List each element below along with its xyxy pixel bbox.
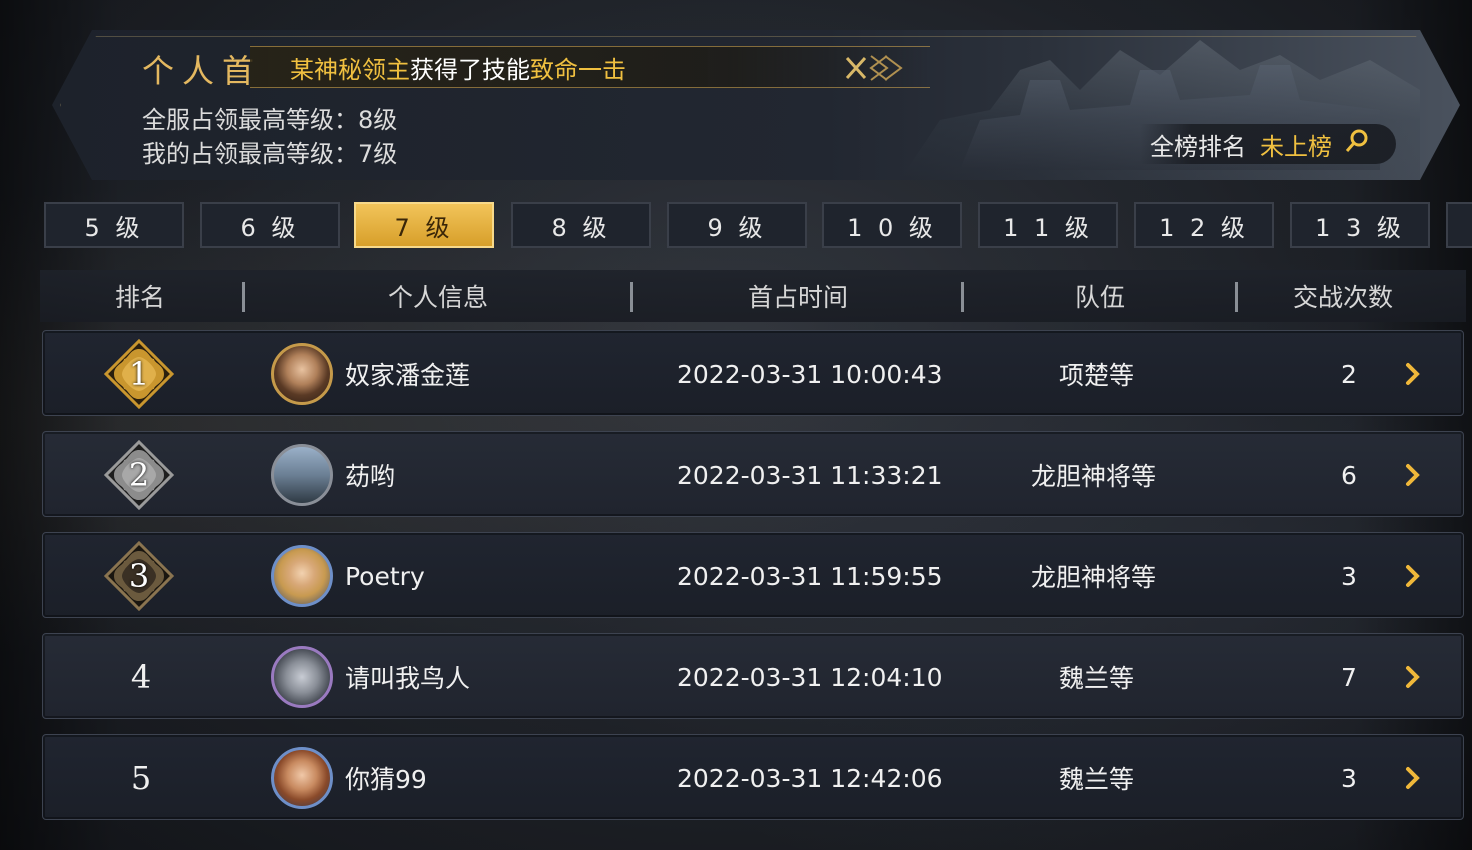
battle-count: 7 [1341, 662, 1357, 692]
team: 龙胆神将等 [1031, 462, 1157, 491]
team: 魏兰等 [1059, 765, 1135, 794]
chevron-right-icon[interactable] [1393, 735, 1433, 821]
player-info[interactable]: 苭哟 [271, 432, 395, 518]
tab-level-13[interactable]: 1 3 级 [1290, 202, 1430, 248]
team: 龙胆神将等 [1031, 563, 1157, 592]
battle-count: 3 [1341, 763, 1357, 793]
rank-medal: 1 [104, 331, 174, 417]
rank-medal: 3 [104, 533, 174, 619]
rank-number: 4 [130, 658, 152, 696]
header-player-info: 个人信息 [387, 283, 488, 312]
broadcast-notice: 某神秘领主 获得了技能 致命一击 [250, 46, 930, 88]
rank-number: 3 [128, 557, 150, 595]
header-first-capture-time: 首占时间 [747, 283, 848, 312]
avatar[interactable] [271, 343, 333, 405]
player-name: 你猜99 [345, 765, 427, 794]
tab-level-10[interactable]: 1 0 级 [822, 202, 962, 248]
header-team: 队伍 [1074, 283, 1125, 312]
medal-icon: 1 [104, 339, 174, 409]
player-name: Poetry [345, 561, 425, 591]
battle-count: 6 [1341, 460, 1357, 490]
first-capture-time: 2022-03-31 11:59:55 [677, 561, 943, 591]
notice-skill: 致命一击 [530, 55, 626, 84]
first-capture-time: 2022-03-31 10:00:43 [677, 359, 943, 389]
team: 项楚等 [1059, 361, 1135, 390]
header-rank: 排名 [114, 283, 165, 312]
header-battle-count: 交战次数 [1292, 283, 1393, 312]
table-row[interactable]: 4 请叫我鸟人 2022-03-31 12:04:10 魏兰等 7 [42, 633, 1464, 719]
tab-level-11[interactable]: 1 1 级 [978, 202, 1118, 248]
rank-number: 5 [130, 759, 152, 797]
battle-count: 3 [1341, 561, 1357, 591]
avatar[interactable] [271, 545, 333, 607]
tab-level-5[interactable]: 5 级 [44, 202, 184, 248]
tab-level-7[interactable]: 7 级 [354, 202, 494, 248]
table-row[interactable]: 1 奴家潘金莲 2022-03-31 10:00:43 项楚等 2 [42, 330, 1464, 416]
table-row[interactable]: 5 你猜99 2022-03-31 12:42:06 魏兰等 3 [42, 734, 1464, 820]
player-name: 请叫我鸟人 [345, 664, 471, 693]
table-row[interactable]: 2 苭哟 2022-03-31 11:33:21 龙胆神将等 6 [42, 431, 1464, 517]
player-info[interactable]: 奴家潘金莲 [271, 331, 470, 417]
level-tabs: 5 级 6 级 7 级 8 级 9 级 1 0 级 1 1 级 1 2 级 1 … [44, 202, 1472, 252]
server-max-level: 全服占领最高等级：8级 [142, 106, 398, 134]
player-info[interactable]: Poetry [271, 533, 425, 619]
my-max-level: 我的占领最高等级：7级 [142, 140, 398, 168]
rank-number: 2 [128, 456, 150, 494]
tab-level-6[interactable]: 6 级 [200, 202, 340, 248]
chevron-right-icon[interactable] [1393, 331, 1433, 417]
first-capture-time: 2022-03-31 12:42:06 [677, 763, 943, 793]
chevron-right-icon[interactable] [1393, 533, 1433, 619]
table-header: 排名 个人信息 首占时间 队伍 交战次数 [40, 270, 1466, 322]
medal-icon: 3 [104, 541, 174, 611]
avatar[interactable] [271, 646, 333, 708]
battle-count: 2 [1341, 359, 1357, 389]
notice-player: 某神秘领主 [290, 55, 410, 84]
tab-level-9[interactable]: 9 级 [667, 202, 807, 248]
first-capture-time: 2022-03-31 11:33:21 [677, 460, 943, 490]
first-capture-time: 2022-03-31 12:04:10 [677, 662, 943, 692]
notice-text: 获得了技能 [410, 55, 530, 84]
tab-level-8[interactable]: 8 级 [511, 202, 651, 248]
avatar[interactable] [271, 747, 333, 809]
magnifier-icon[interactable] [1344, 128, 1370, 160]
overall-rank-value: 未上榜 [1260, 132, 1332, 161]
player-info[interactable]: 请叫我鸟人 [271, 634, 470, 720]
chevron-right-icon[interactable] [1393, 634, 1433, 720]
banner-title: 个人首 [142, 52, 263, 90]
chevron-right-icon[interactable] [1393, 432, 1433, 518]
medal-icon: 2 [104, 440, 174, 510]
tab-level-next[interactable] [1446, 202, 1472, 248]
rank-number: 1 [128, 355, 150, 393]
close-icon[interactable] [838, 52, 908, 84]
overall-rank-label: 全榜排名 [1150, 132, 1246, 161]
rank-medal: 2 [104, 432, 174, 518]
table-row[interactable]: 3 Poetry 2022-03-31 11:59:55 龙胆神将等 3 [42, 532, 1464, 618]
player-name: 苭哟 [345, 462, 396, 491]
team: 魏兰等 [1059, 664, 1135, 693]
tab-level-12[interactable]: 1 2 级 [1134, 202, 1274, 248]
overall-rank[interactable]: 全榜排名 未上榜 [1140, 124, 1396, 164]
player-info[interactable]: 你猜99 [271, 735, 427, 821]
player-name: 奴家潘金莲 [345, 361, 471, 390]
avatar[interactable] [271, 444, 333, 506]
